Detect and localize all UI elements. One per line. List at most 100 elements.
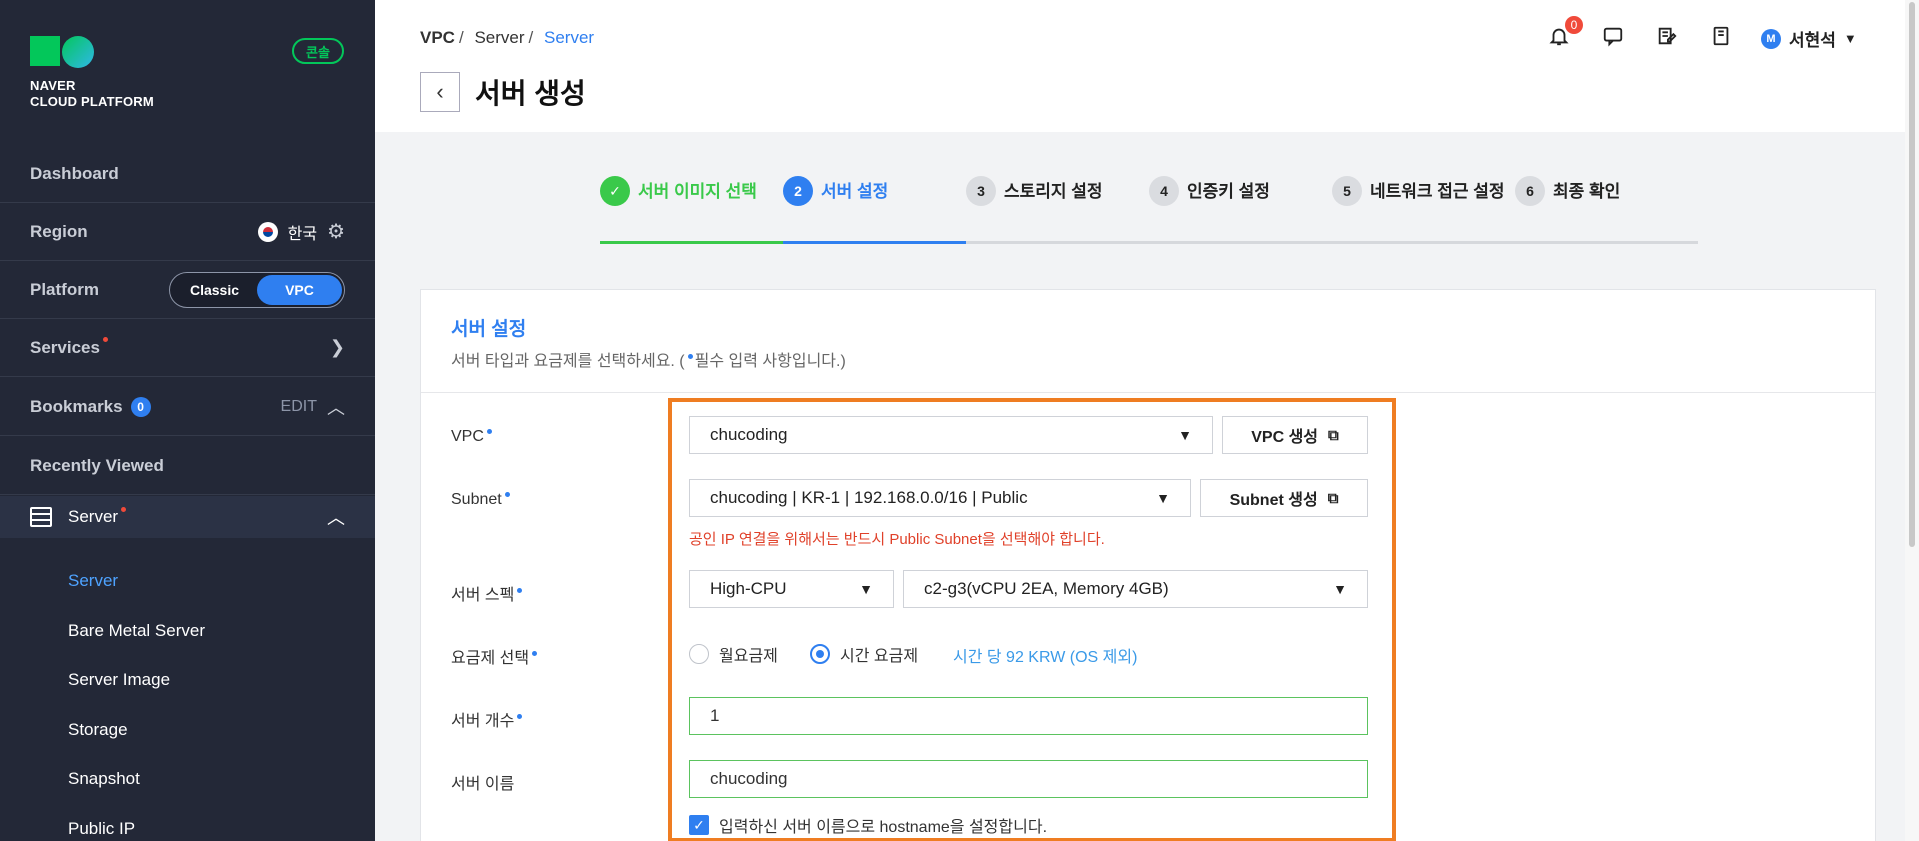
platform-label: Platform (30, 279, 99, 299)
new-dot (102, 337, 108, 342)
caret-down-icon: ▼ (1333, 581, 1347, 597)
step-storage[interactable]: 3 스토리지 설정 (966, 176, 1149, 244)
sidebar-item-bookmarks[interactable]: Bookmarks 0 EDIT ︿ (0, 378, 375, 436)
chevron-right-icon: ❯ (329, 337, 345, 357)
step-label: 서버 이미지 선택 (638, 182, 757, 201)
subnet-select[interactable]: chucoding | KR-1 | 192.168.0.0/16 | Publ… (689, 479, 1191, 517)
platform-classic-option[interactable]: Classic (172, 275, 257, 305)
breadcrumb-item[interactable]: Server (474, 28, 524, 47)
spec-type-select[interactable]: High-CPU ▼ (689, 570, 894, 608)
caret-down-icon: ▼ (1178, 427, 1192, 443)
step-final-confirm[interactable]: 6 최종 확인 (1515, 176, 1698, 244)
hostname-checkbox[interactable]: ✓ 입력하신 서버 이름으로 hostname을 설정합니다. (689, 813, 1047, 837)
pricing-hourly-radio[interactable]: 시간 요금제 (810, 642, 918, 666)
logo-text: NAVER CLOUD PLATFORM (30, 78, 154, 109)
user-name: 서현석 (1789, 31, 1836, 50)
sidebar-item-label: Services (30, 337, 100, 357)
create-vpc-button[interactable]: VPC 생성 ⧉ (1222, 416, 1368, 454)
radio-circle (689, 644, 709, 664)
caret-down-icon: ▼ (859, 581, 873, 597)
step-network-access[interactable]: 5 네트워크 접근 설정 (1332, 176, 1515, 244)
chevron-up-icon[interactable]: ︿ (327, 394, 345, 420)
divider (421, 392, 1875, 393)
sidebar-sub-server-image[interactable]: Server Image (68, 670, 170, 690)
required-dot (687, 354, 693, 359)
step-server-settings[interactable]: 2 서버 설정 (783, 176, 966, 244)
step-server-image[interactable]: ✓ 서버 이미지 선택 (600, 176, 783, 244)
region-label: Region (30, 221, 88, 241)
bookmarks-edit-button[interactable]: EDIT (281, 398, 317, 416)
sidebar-item-services[interactable]: Services ❯ (0, 319, 375, 377)
subnet-warning: 공인 IP 연결을 위해서는 반드시 Public Subnet을 선택해야 합… (689, 531, 1105, 548)
count-label: 서버 개수 (451, 707, 524, 731)
check-icon: ✓ (689, 815, 709, 835)
vpc-select-value: chucoding (710, 425, 788, 444)
step-auth-key[interactable]: 4 인증키 설정 (1149, 176, 1332, 244)
step-number: 5 (1332, 176, 1362, 206)
ncp-logo[interactable]: NAVER CLOUD PLATFORM (30, 34, 154, 110)
sidebar-group-server[interactable]: Server ︿ (0, 496, 375, 538)
back-button[interactable]: ‹ (420, 72, 460, 112)
server-count-input[interactable]: 1 (689, 697, 1368, 735)
user-menu[interactable]: M 서현석 ▼ (1761, 26, 1857, 51)
server-settings-card: 서버 설정 서버 타입과 요금제를 선택하세요. (필수 입력 사항입니다.) … (420, 289, 1876, 841)
step-number: 6 (1515, 176, 1545, 206)
sidebar-item-region: Region 한국 ⚙ (0, 203, 375, 261)
page-title: 서버 생성 (475, 78, 586, 109)
step-number: 4 (1149, 176, 1179, 206)
external-link-icon: ⧉ (1328, 426, 1339, 444)
spec-value: c2-g3(vCPU 2EA, Memory 4GB) (924, 579, 1169, 598)
step-label: 서버 설정 (821, 182, 889, 201)
sidebar-item-label: Dashboard (30, 163, 119, 183)
server-name-input[interactable]: chucoding (689, 760, 1368, 798)
sidebar-sub-bare-metal-server[interactable]: Bare Metal Server (68, 621, 205, 641)
server-icon (30, 507, 52, 527)
breadcrumb-current[interactable]: Server (544, 28, 594, 47)
subnet-select-value: chucoding | KR-1 | 192.168.0.0/16 | Publ… (710, 488, 1028, 507)
subnet-label: Subnet (451, 491, 512, 509)
gear-icon[interactable]: ⚙ (327, 219, 345, 244)
chat-icon[interactable] (1599, 22, 1627, 50)
notification-count-badge: 0 (1565, 16, 1583, 34)
platform-toggle: Classic VPC (169, 271, 345, 308)
caret-down-icon: ▼ (1156, 490, 1170, 506)
sidebar-sub-public-ip[interactable]: Public IP (68, 819, 135, 839)
spec-select[interactable]: c2-g3(vCPU 2EA, Memory 4GB) ▼ (903, 570, 1368, 608)
caret-down-icon: ▼ (1843, 31, 1857, 46)
radio-circle-selected (810, 644, 830, 664)
chevron-up-icon: ︿ (327, 508, 345, 528)
step-number: 3 (966, 176, 996, 206)
sidebar-sub-snapshot[interactable]: Snapshot (68, 769, 140, 789)
chevron-left-icon: ‹ (436, 79, 444, 104)
create-subnet-button[interactable]: Subnet 생성 ⧉ (1200, 479, 1368, 517)
spec-label: 서버 스펙 (451, 581, 524, 605)
pricing-label: 요금제 선택 (451, 644, 539, 668)
console-badge[interactable]: 콘솔 (292, 38, 344, 64)
memo-icon[interactable] (1653, 22, 1681, 50)
breadcrumb-item[interactable]: VPC (420, 28, 455, 47)
sidebar-item-dashboard[interactable]: Dashboard (0, 145, 375, 203)
new-dot (121, 506, 127, 512)
pricing-monthly-radio[interactable]: 월요금제 (689, 642, 778, 666)
bookmarks-count-badge: 0 (130, 396, 151, 417)
sidebar-item-recently-viewed[interactable]: Recently Viewed (0, 437, 375, 495)
step-label: 네트워크 접근 설정 (1370, 182, 1505, 201)
top-header: VPC / Server / Server ‹ 서버 생성 0 M 서현석 ▼ (375, 0, 1905, 132)
spec-type-value: High-CPU (710, 579, 787, 598)
logo-mark (30, 34, 100, 68)
sidebar-sub-server[interactable]: Server (68, 571, 118, 591)
region-value[interactable]: 한국 (288, 220, 317, 244)
header-icons: 0 (1545, 16, 1735, 50)
sidebar-item-label: Recently Viewed (30, 455, 164, 475)
sidebar-sub-storage[interactable]: Storage (68, 720, 128, 740)
manual-icon[interactable] (1707, 22, 1735, 50)
external-link-icon: ⧉ (1327, 489, 1339, 507)
card-title: 서버 설정 (451, 319, 527, 340)
vpc-select[interactable]: chucoding ▼ (689, 416, 1213, 454)
sidebar-item-label: Bookmarks (30, 396, 123, 416)
page-scrollbar[interactable] (1905, 0, 1919, 841)
bell-icon[interactable]: 0 (1545, 16, 1583, 50)
korea-flag-icon (257, 221, 278, 242)
platform-vpc-option[interactable]: VPC (257, 274, 342, 305)
sidebar-item-label: Server (68, 507, 119, 526)
